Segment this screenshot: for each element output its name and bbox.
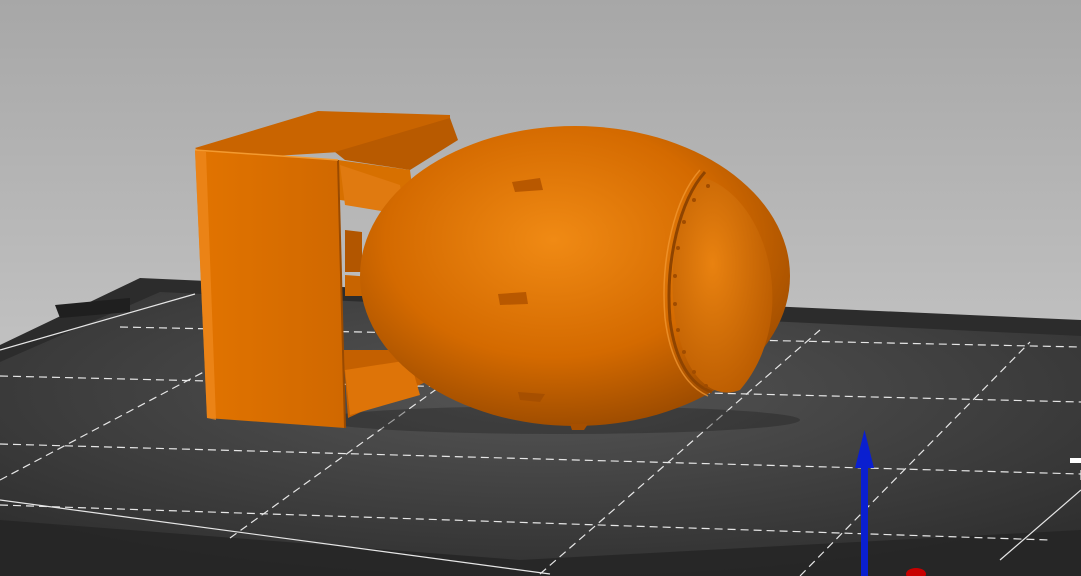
- z-axis-icon: [861, 462, 868, 576]
- 3d-viewport[interactable]: [0, 0, 1081, 576]
- bed-edge-marker: [1070, 458, 1081, 463]
- scene-canvas[interactable]: [0, 0, 1081, 576]
- bomb-model-icon[interactable]: [194, 111, 800, 434]
